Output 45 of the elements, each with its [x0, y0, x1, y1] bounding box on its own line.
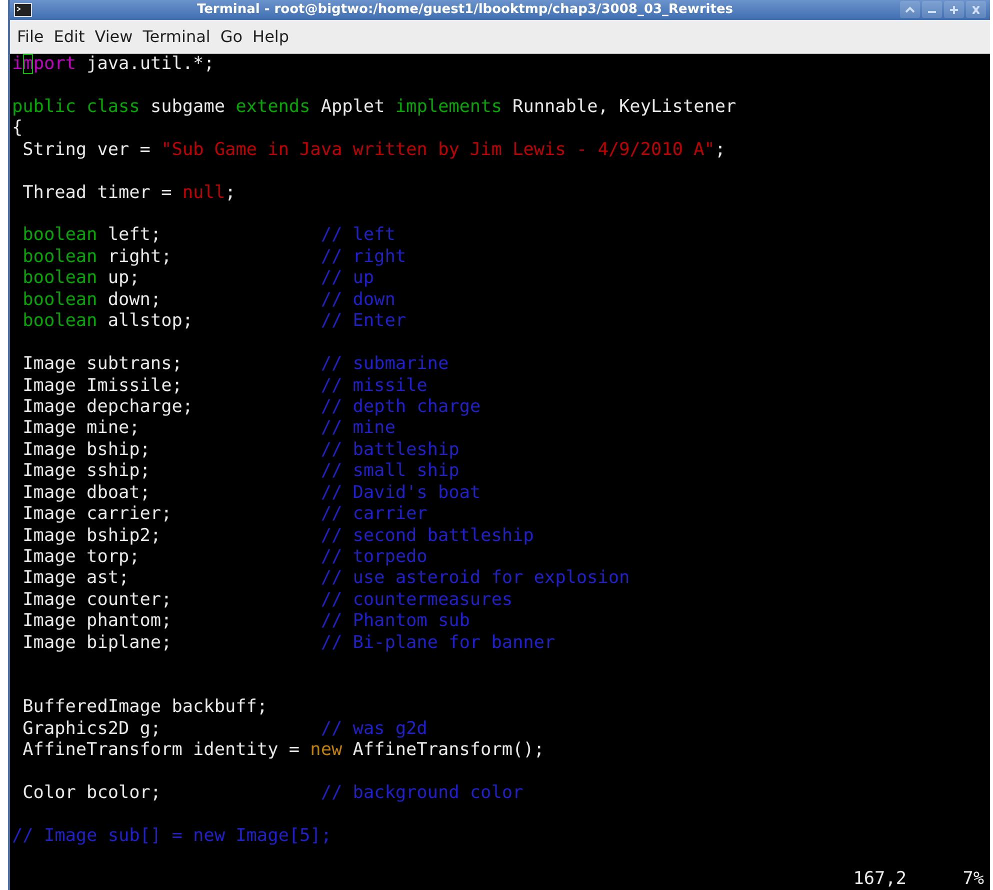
code-line: Image subtrans; // submarine	[22, 354, 450, 376]
minimize-button[interactable]	[922, 1, 942, 18]
maximize-button[interactable]	[944, 1, 964, 18]
code-line: Thread timer = null;	[22, 182, 237, 204]
code-line: AffineTransform identity = new AffineTransform();	[22, 740, 546, 762]
close-button[interactable]	[966, 1, 986, 18]
code-line: Image Imissile; // missile	[22, 376, 428, 397]
menu-item[interactable]: Help	[248, 24, 294, 48]
code-line: boolean left; // left	[22, 225, 396, 247]
code-line: // Image sub[] = new Image[5];	[12, 826, 332, 848]
code-line: Image torp; // torpedo	[22, 547, 428, 568]
code-line: Image bship; // battleship	[22, 440, 460, 462]
code-line: Color bcolor; // background color	[22, 782, 524, 804]
code-line: boolean allstop; // Enter	[22, 311, 408, 333]
code-line: Image mine; // mine	[22, 418, 396, 440]
code-line: Image biplane; // Bi-plane for banner	[22, 632, 556, 654]
terminal-icon	[14, 2, 32, 17]
code-line: boolean down; // down	[22, 290, 396, 312]
menu-item[interactable]: File	[12, 24, 49, 48]
code-line: Image counter; // countermeasures	[22, 590, 514, 612]
code-line: Image phantom; // Phantom sub	[22, 611, 471, 633]
menu-item[interactable]: Go	[215, 24, 248, 48]
code-line: Image dboat; // David's boat	[22, 482, 482, 504]
code-line: boolean right; // right	[22, 246, 408, 268]
close-icon	[971, 6, 981, 14]
menu-item[interactable]: Terminal	[138, 24, 216, 48]
code-line: BufferedImage backbuff;	[22, 697, 269, 718]
code-line: Graphics2D g; // was g2d	[22, 718, 428, 740]
code-line: public class subgame extends Applet implements Runnable, KeyListener	[12, 96, 738, 118]
code-line: Image sship; // small ship	[22, 461, 460, 483]
code-line: String ver = "Sub Game in Java written by Jim Lewis - 4/9/2010 A";	[22, 140, 726, 162]
code-line: Image carrier; // carrier	[22, 504, 428, 526]
cursor-position: 167,2	[853, 868, 906, 890]
shade-button[interactable]	[900, 1, 920, 18]
code-line: Image ast; // use asteroid for explosion	[22, 568, 631, 590]
caret-up-icon	[905, 6, 915, 14]
window-title: Terminal - root@bigtwo:/home/guest1/lbooktmp/chap3/3008_03_Rewrites	[196, 2, 734, 18]
plus-icon	[949, 6, 959, 14]
scroll-percent: 7%	[962, 868, 984, 890]
menu-item[interactable]: Edit	[48, 24, 90, 48]
code-line: boolean up; // up	[22, 268, 376, 290]
code-line: Image depcharge; // depth charge	[22, 396, 482, 418]
code-line: Image bship2; // second battleship	[22, 526, 535, 547]
menu-item[interactable]: View	[90, 24, 138, 48]
code-line: {	[12, 118, 24, 140]
